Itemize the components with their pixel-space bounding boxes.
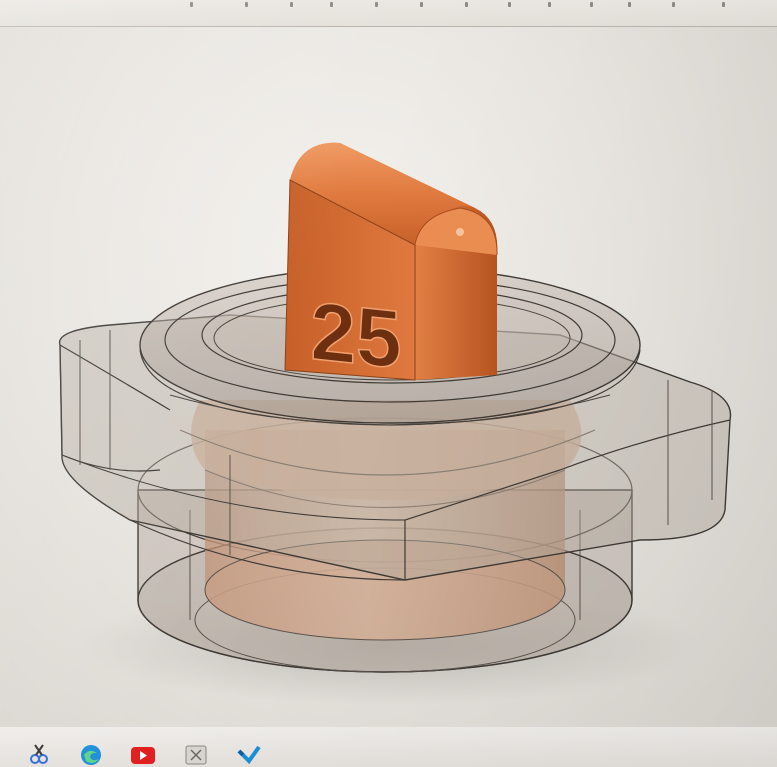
toolbar-tick[interactable] (420, 2, 423, 7)
engraving-text: 25 (310, 286, 401, 386)
youtube-icon[interactable] (130, 741, 156, 767)
toolbar-tick[interactable] (628, 2, 631, 7)
snipping-tool-icon[interactable] (26, 741, 52, 767)
toolbar-tick[interactable] (245, 2, 248, 7)
toolbar-tick[interactable] (375, 2, 378, 7)
edge-browser-icon[interactable] (78, 741, 104, 767)
model-viewport[interactable]: 25 (0, 27, 777, 727)
toolbar-tick[interactable] (190, 2, 193, 7)
taskbar (0, 727, 777, 767)
app-icon[interactable] (183, 741, 209, 767)
toolbar-tick[interactable] (290, 2, 293, 7)
toolbar-tick[interactable] (508, 2, 511, 7)
top-toolbar (0, 0, 777, 27)
toolbar-tick[interactable] (330, 2, 333, 7)
number-tab: 25 (284, 142, 498, 387)
cad-screen: 25 (0, 0, 777, 767)
toolbar-tick[interactable] (590, 2, 593, 7)
toolbar-tick[interactable] (672, 2, 675, 7)
toolbar-tick[interactable] (548, 2, 551, 7)
vs-code-icon[interactable] (236, 741, 262, 767)
toolbar-tick[interactable] (722, 2, 725, 7)
toolbar-tick[interactable] (465, 2, 468, 7)
model-render: 25 (58, 142, 732, 705)
